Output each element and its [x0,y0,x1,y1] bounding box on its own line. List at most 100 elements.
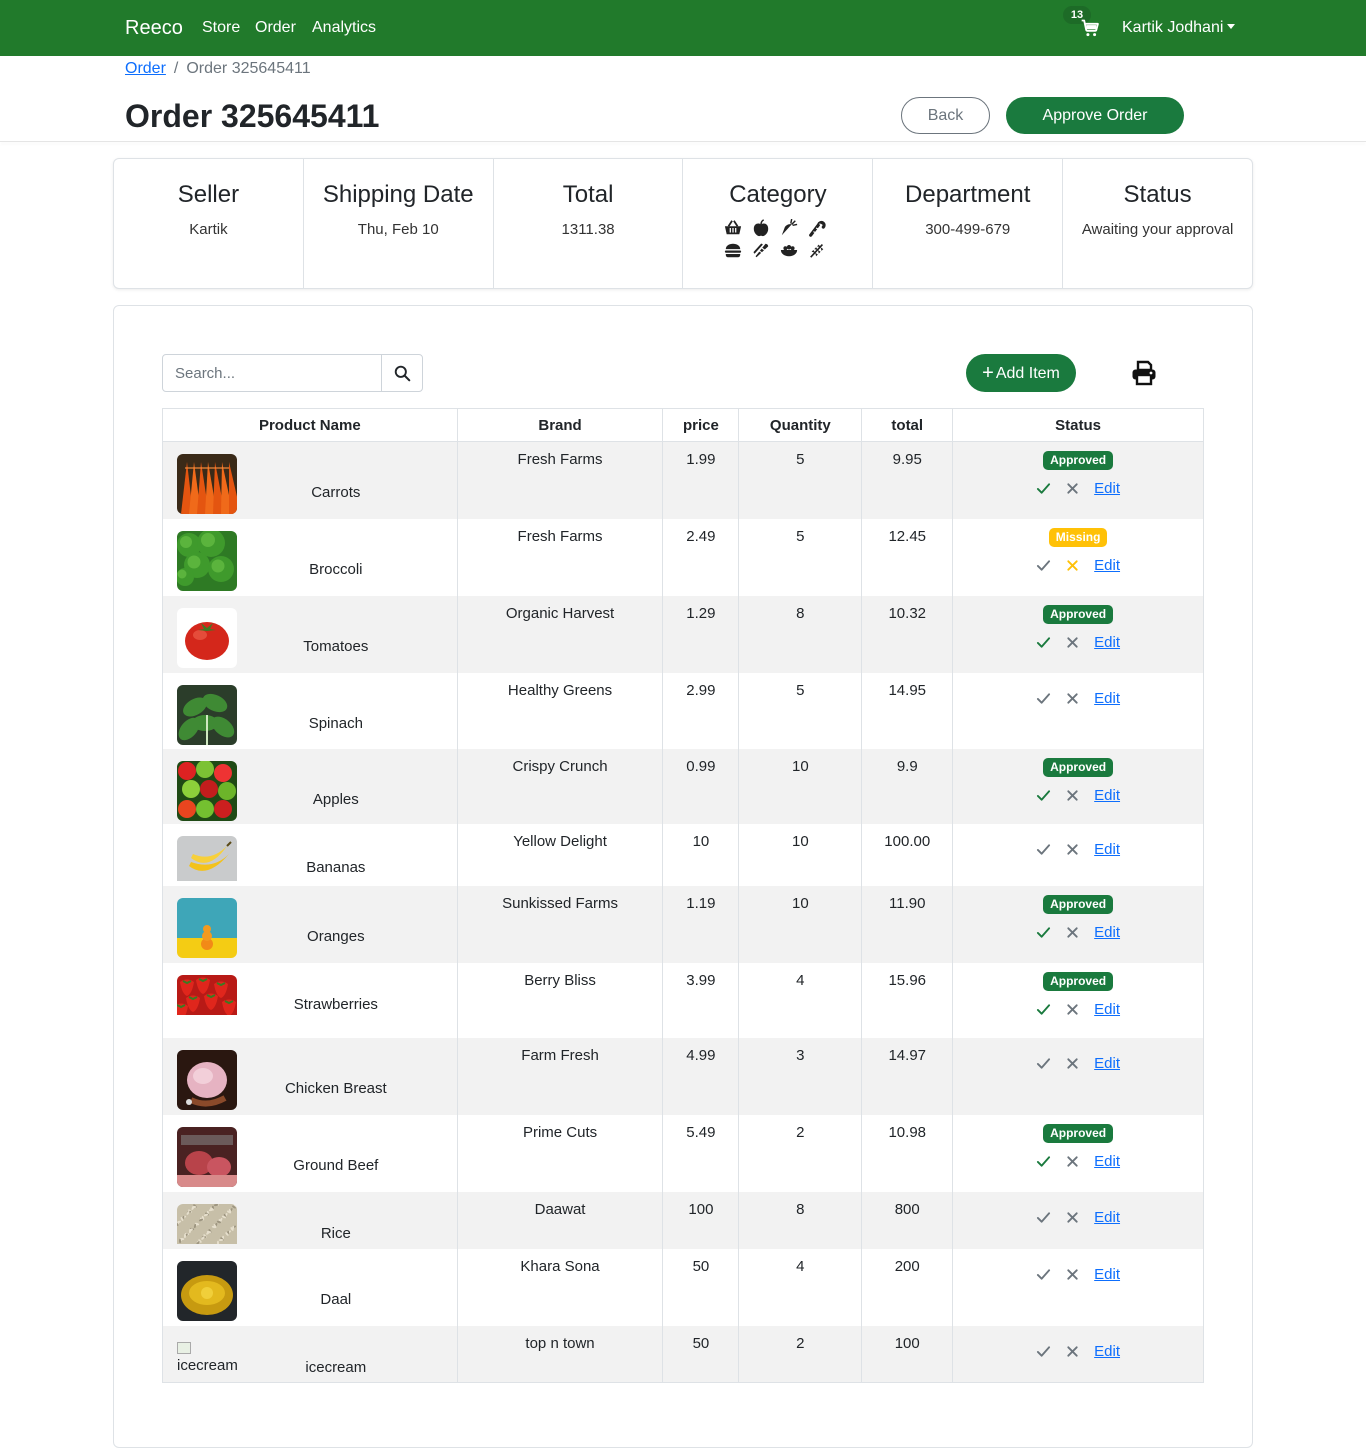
edit-link[interactable]: Edit [1094,557,1120,574]
cell-price: 1.99 [662,441,740,519]
row-actions: Edit [953,1343,1203,1360]
printer-icon[interactable] [1131,360,1157,386]
cell-product-name: Bananas [162,823,458,886]
cell-quantity: 2 [738,1325,863,1383]
search-button[interactable] [381,355,422,391]
approve-check-icon[interactable] [1036,691,1051,706]
edit-link[interactable]: Edit [1094,1153,1120,1170]
cell-price: 0.99 [662,748,740,824]
cell-brand: Organic Harvest [456,595,664,673]
approve-check-icon[interactable] [1036,481,1051,496]
reject-x-icon[interactable] [1065,558,1080,573]
approve-check-icon[interactable] [1036,1002,1051,1017]
edit-link[interactable]: Edit [1094,924,1120,941]
approve-check-icon[interactable] [1036,925,1051,940]
edit-link[interactable]: Edit [1094,1001,1120,1018]
row-actions: Edit [953,924,1203,941]
edit-link[interactable]: Edit [1094,1209,1120,1226]
reject-x-icon[interactable] [1065,842,1080,857]
table-row: Rice Daawat 100 8 800 Edit [162,1191,1204,1249]
table-row: Carrots Fresh Farms 1.99 5 9.95 Approved… [162,441,1204,519]
cell-total: 11.90 [861,885,954,963]
product-name: Strawberries [293,995,378,1013]
reject-x-icon[interactable] [1065,1056,1080,1071]
table-body: Carrots Fresh Farms 1.99 5 9.95 Approved… [162,441,1204,1383]
cell-product-name: Rice [162,1191,458,1249]
edit-link[interactable]: Edit [1094,1055,1120,1072]
reject-x-icon[interactable] [1065,1210,1080,1225]
edit-link[interactable]: Edit [1094,634,1120,651]
reject-x-icon[interactable] [1065,1344,1080,1359]
reject-x-icon[interactable] [1065,691,1080,706]
product-name: icecream [305,1358,367,1376]
cell-price: 5.49 [662,1114,740,1192]
column-header-price: price [662,408,740,442]
status-badge-approved: Approved [1043,451,1114,470]
approve-order-button[interactable]: Approve Order [1006,97,1184,134]
table-row: Spinach Healthy Greens 2.99 5 14.95 Edit [162,672,1204,749]
edit-link[interactable]: Edit [1094,841,1120,858]
table-row: Ground Beef Prime Cuts 5.49 2 10.98 Appr… [162,1114,1204,1192]
status-badge-missing: Missing [1048,527,1108,547]
search-icon [394,365,410,381]
page-title: Order 325645411 [125,98,380,134]
back-button[interactable]: Back [901,97,990,134]
summary-label: Status [1123,181,1192,208]
edit-link[interactable]: Edit [1094,1266,1120,1283]
approve-check-icon[interactable] [1036,635,1051,650]
basket-icon [724,220,741,235]
cell-product-name: Oranges [162,885,458,963]
nav-link-analytics[interactable]: Analytics [312,19,376,37]
cell-product-name: Spinach [162,672,458,749]
brand-logo[interactable]: Reeco [125,17,183,40]
carrot-icon [781,219,798,236]
reject-x-icon[interactable] [1065,788,1080,803]
breadcrumb-link-order[interactable]: Order [125,60,166,77]
edit-link[interactable]: Edit [1094,480,1120,497]
cell-product-name: Chicken Breast [162,1037,458,1115]
breadcrumb-separator: / [173,60,179,77]
edit-link[interactable]: Edit [1094,690,1120,707]
reject-x-icon[interactable] [1065,1154,1080,1169]
table-row: Bananas Yellow Delight 10 10 100.00 Edit [162,823,1204,886]
cell-total: 100 [861,1325,954,1383]
reject-x-icon[interactable] [1065,635,1080,650]
cell-quantity: 10 [738,823,863,886]
order-items-table: Product Name Brand price Quantity total … [162,408,1204,1383]
summary-value: 300-499-679 [925,221,1011,238]
edit-link[interactable]: Edit [1094,1343,1120,1360]
approve-check-icon[interactable] [1036,1344,1051,1359]
search-box [162,354,423,392]
cell-status: Approved Edit [952,748,1204,824]
summary-label: Department [905,181,1031,208]
approve-check-icon[interactable] [1036,558,1051,573]
user-menu[interactable]: Kartik Jodhani [1122,19,1236,37]
cell-total: 12.45 [861,518,954,596]
approve-check-icon[interactable] [1036,842,1051,857]
edit-link[interactable]: Edit [1094,787,1120,804]
approve-check-icon[interactable] [1036,1056,1051,1071]
status-badge-approved: Approved [1043,1123,1114,1143]
cart-icon[interactable] [1080,18,1100,38]
reject-x-icon[interactable] [1065,1002,1080,1017]
reject-x-icon[interactable] [1065,1267,1080,1282]
table-row: icecream icecream top n town 50 2 100 Edi… [162,1325,1204,1383]
cell-product-name: Daal [162,1248,458,1326]
nav-link-store[interactable]: Store [202,19,240,37]
cell-price: 10 [662,823,740,886]
row-actions: Edit [953,1001,1203,1018]
approve-check-icon[interactable] [1036,788,1051,803]
cell-product-name: Ground Beef [162,1114,458,1192]
approve-check-icon[interactable] [1036,1267,1051,1282]
approve-check-icon[interactable] [1036,1154,1051,1169]
summary-label: Category [729,181,827,208]
approve-check-icon[interactable] [1036,1210,1051,1225]
reject-x-icon[interactable] [1065,481,1080,496]
add-item-button[interactable]: + Add Item [966,354,1076,392]
reject-x-icon[interactable] [1065,925,1080,940]
burger-icon [724,243,741,258]
cell-brand: Prime Cuts [456,1114,664,1192]
nav-link-order[interactable]: Order [255,19,296,37]
summary-value: Awaiting your approval [1081,221,1234,238]
search-input[interactable] [163,355,381,391]
